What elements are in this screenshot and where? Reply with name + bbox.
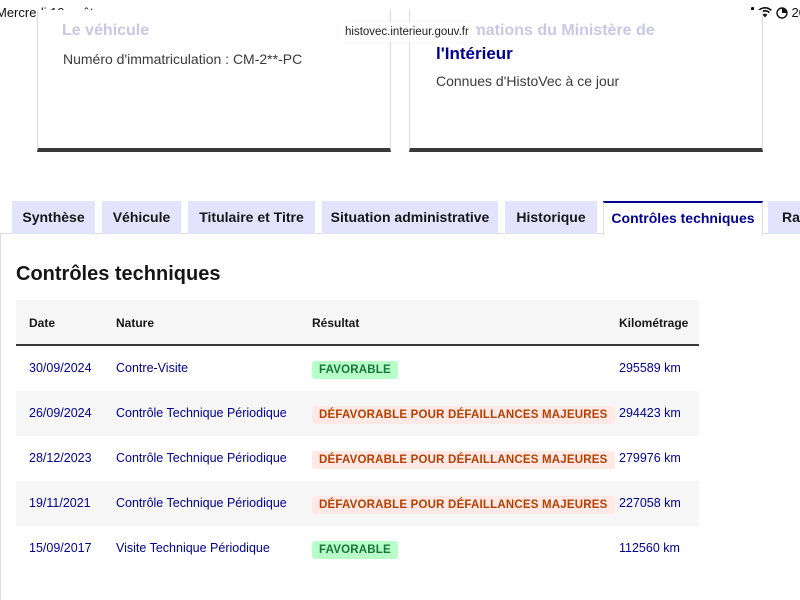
result-badge: DÉFAVORABLE POUR DÉFAILLANCES MAJEURES	[312, 451, 615, 469]
table-header: Date Nature Résultat Kilométrage	[16, 300, 699, 346]
tab-situation-administrative[interactable]: Situation administrative	[322, 201, 498, 234]
row-nature: Contre-Visite	[116, 361, 189, 375]
table-row: 28/12/2023 Contrôle Technique Périodique…	[16, 436, 699, 481]
row-date: 26/09/2024	[29, 406, 92, 420]
table-row: 19/11/2021 Contrôle Technique Périodique…	[16, 481, 699, 526]
tab-vehicule[interactable]: Véhicule	[102, 201, 181, 234]
table-row: 15/09/2017 Visite Technique Périodique F…	[16, 526, 699, 571]
result-badge: DÉFAVORABLE POUR DÉFAILLANCES MAJEURES	[312, 406, 615, 424]
row-date: 28/12/2023	[29, 451, 92, 465]
ministry-card-subtitle: Connues d'HistoVec à ce jour	[436, 73, 620, 89]
header-nature: Nature	[116, 316, 155, 330]
tab-titulaire-et-titre[interactable]: Titulaire et Titre	[188, 201, 315, 234]
row-km: 227058 km	[619, 496, 681, 510]
row-km: 279976 km	[619, 451, 681, 465]
row-date: 19/11/2021	[29, 496, 91, 510]
tab-historique[interactable]: Historique	[505, 201, 597, 234]
table-row: 30/09/2024 Contre-Visite FAVORABLE 29558…	[16, 346, 699, 391]
battery-icon	[775, 6, 788, 19]
row-km: 295589 km	[619, 361, 681, 375]
row-km: 112560 km	[619, 541, 680, 555]
vehicle-card-title: Le véhicule	[62, 22, 150, 39]
tab-bar: Synthèse Véhicule Titulaire et Titre Sit…	[0, 200, 800, 235]
inspections-table: Date Nature Résultat Kilométrage 30/09/2…	[16, 300, 699, 571]
header-result: Résultat	[312, 316, 360, 330]
result-badge: FAVORABLE	[312, 361, 398, 379]
row-date: 15/09/2017	[29, 541, 92, 555]
tab-controles-techniques[interactable]: Contrôles techniques	[603, 201, 763, 235]
row-date: 30/09/2024	[29, 361, 92, 375]
table-row: 26/09/2024 Contrôle Technique Périodique…	[16, 391, 699, 436]
row-km: 294423 km	[619, 406, 681, 420]
address-bar[interactable]: histovec.interieur.gouv.fr	[337, 22, 477, 42]
result-badge: FAVORABLE	[312, 541, 398, 559]
header-km: Kilométrage	[619, 316, 689, 330]
ministry-card-heading: l'Intérieur	[436, 44, 513, 63]
row-nature: Visite Technique Périodique	[116, 541, 270, 555]
row-nature: Contrôle Technique Périodique	[116, 451, 287, 465]
battery-percent: 20	[791, 5, 800, 20]
tab-synthese[interactable]: Synthèse	[12, 201, 95, 234]
section-title: Contrôles techniques	[16, 263, 221, 285]
plate-number-text: Numéro d'immatriculation : CM-2**-PC	[63, 51, 303, 67]
result-badge: DÉFAVORABLE POUR DÉFAILLANCES MAJEURES	[312, 496, 615, 514]
tab-rapport[interactable]: Rapport	[768, 201, 800, 234]
row-nature: Contrôle Technique Périodique	[116, 496, 287, 510]
row-nature: Contrôle Technique Périodique	[116, 406, 287, 420]
header-date: Date	[29, 316, 56, 330]
